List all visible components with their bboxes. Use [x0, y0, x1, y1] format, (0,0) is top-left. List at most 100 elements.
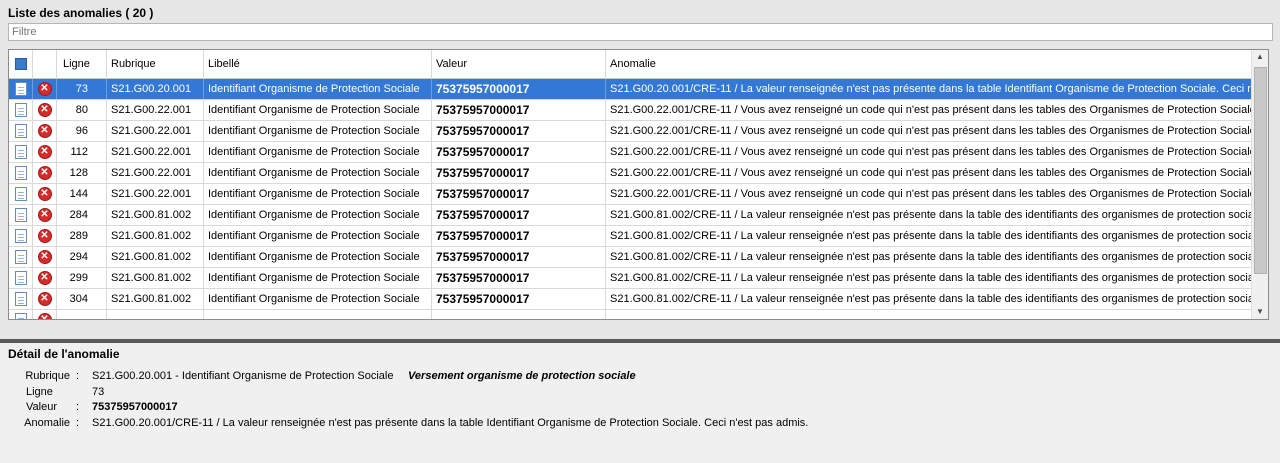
- libelle-cell[interactable]: Identifiant Organisme de Protection Soci…: [204, 79, 432, 99]
- scroll-thumb[interactable]: [1254, 67, 1267, 274]
- filter-input[interactable]: [8, 23, 1273, 41]
- row-doc-cell[interactable]: [9, 247, 33, 267]
- table-row[interactable]: ✕ 299 S21.G00.81.002 Identifiant Organisme …: [9, 268, 1252, 289]
- valeur-cell[interactable]: 75375957000017: [432, 100, 606, 120]
- libelle-cell[interactable]: Identifiant Organisme de Protection Soci…: [204, 142, 432, 162]
- valeur-cell[interactable]: 75375957000017: [432, 121, 606, 141]
- anomalie-cell[interactable]: S21.G00.81.002/CRE-11 / La valeur rensei…: [606, 247, 1252, 267]
- rubrique-cell[interactable]: S21.G00.81.002: [107, 268, 204, 288]
- valeur-cell[interactable]: 75375957000017: [432, 289, 606, 309]
- libelle-cell[interactable]: Identifiant Organisme de Protection Soci…: [204, 100, 432, 120]
- libelle-cell[interactable]: Identifiant Organisme de Protection Soci…: [204, 205, 432, 225]
- rubrique-cell[interactable]: S21.G00.22.001: [107, 163, 204, 183]
- anomalie-cell[interactable]: S21.G00.81.002/CRE-11 / La valeur rensei…: [606, 205, 1252, 225]
- column-header-libelle[interactable]: Libellé: [204, 50, 432, 78]
- libelle-cell[interactable]: Identifiant Organisme de Protection Soci…: [204, 268, 432, 288]
- table-row[interactable]: ✕ 294 S21.G00.81.002 Identifiant Organisme …: [9, 247, 1252, 268]
- select-all-icon[interactable]: [14, 58, 27, 70]
- row-doc-cell[interactable]: [9, 205, 33, 225]
- anomalie-cell[interactable]: S21.G00.20.001/CRE-11 / La valeur rensei…: [606, 79, 1252, 99]
- ligne-cell[interactable]: 80: [57, 100, 107, 120]
- table-row[interactable]: ✕ 80 S21.G00.22.001 Identifiant Organisme d…: [9, 100, 1252, 121]
- row-doc-cell[interactable]: [9, 268, 33, 288]
- anomalie-cell[interactable]: S21.G00.22.001/CRE-11 / Vous avez rensei…: [606, 142, 1252, 162]
- table-row[interactable]: ✕ 128 S21.G00.22.001 Identifiant Organisme …: [9, 163, 1252, 184]
- valeur-cell[interactable]: 75375957000017: [432, 247, 606, 267]
- document-icon[interactable]: [14, 124, 27, 138]
- rubrique-cell[interactable]: S21.G00.81.002: [107, 205, 204, 225]
- row-doc-cell[interactable]: [9, 289, 33, 309]
- valeur-cell[interactable]: 75375957000017: [432, 205, 606, 225]
- anomalie-cell[interactable]: S21.G00.22.001/CRE-11 / Vous avez rensei…: [606, 121, 1252, 141]
- document-icon[interactable]: [14, 208, 27, 222]
- ligne-cell[interactable]: 112: [57, 142, 107, 162]
- table-row[interactable]: ✕ 112 S21.G00.22.001 Identifiant Organisme …: [9, 142, 1252, 163]
- ligne-cell[interactable]: 289: [57, 226, 107, 246]
- valeur-cell[interactable]: 75375957000017: [432, 184, 606, 204]
- anomalie-cell[interactable]: S21.G00.22.001/CRE-11 / Vous avez rensei…: [606, 184, 1252, 204]
- table-row[interactable]: ✕ 284 S21.G00.81.002 Identifiant Organisme …: [9, 205, 1252, 226]
- ligne-cell[interactable]: 304: [57, 289, 107, 309]
- row-doc-cell[interactable]: [9, 79, 33, 99]
- ligne-cell[interactable]: 128: [57, 163, 107, 183]
- libelle-cell[interactable]: Identifiant Organisme de Protection Soci…: [204, 121, 432, 141]
- document-icon[interactable]: [14, 250, 27, 264]
- ligne-cell[interactable]: 294: [57, 247, 107, 267]
- valeur-cell[interactable]: 75375957000017: [432, 142, 606, 162]
- row-doc-cell[interactable]: [9, 310, 33, 319]
- libelle-cell[interactable]: Identifiant Organisme de Protection Soci…: [204, 163, 432, 183]
- scroll-down-icon[interactable]: ▼: [1252, 305, 1268, 319]
- document-icon[interactable]: [14, 292, 27, 306]
- document-icon[interactable]: [14, 145, 27, 159]
- document-icon[interactable]: [14, 82, 27, 96]
- document-icon[interactable]: [14, 166, 27, 180]
- valeur-cell[interactable]: 75375957000017: [432, 163, 606, 183]
- document-icon[interactable]: [14, 187, 27, 201]
- ligne-cell[interactable]: 284: [57, 205, 107, 225]
- rubrique-cell[interactable]: S21.G00.20.001: [107, 79, 204, 99]
- valeur-cell[interactable]: 75375957000017: [432, 79, 606, 99]
- column-header-valeur[interactable]: Valeur: [432, 50, 606, 78]
- document-icon[interactable]: [14, 103, 27, 117]
- ligne-cell[interactable]: 96: [57, 121, 107, 141]
- ligne-cell[interactable]: 73: [57, 79, 107, 99]
- rubrique-cell[interactable]: S21.G00.22.001: [107, 100, 204, 120]
- column-header-rubrique[interactable]: Rubrique: [107, 50, 204, 78]
- table-row[interactable]: ✕ 73 S21.G00.20.001 Identifiant Organisme d…: [9, 79, 1252, 100]
- row-doc-cell[interactable]: [9, 121, 33, 141]
- valeur-cell[interactable]: 75375957000017: [432, 226, 606, 246]
- rubrique-cell[interactable]: S21.G00.81.002: [107, 247, 204, 267]
- scroll-up-icon[interactable]: ▲: [1252, 50, 1268, 64]
- table-row[interactable]: ✕ 96 S21.G00.22.001 Identifiant Organisme d…: [9, 121, 1252, 142]
- ligne-cell[interactable]: 144: [57, 184, 107, 204]
- table-row[interactable]: ✕ 304 S21.G00.81.002 Identifiant Organisme …: [9, 289, 1252, 310]
- libelle-cell[interactable]: Identifiant Organisme de Protection Soci…: [204, 184, 432, 204]
- valeur-cell[interactable]: [432, 310, 606, 319]
- libelle-cell[interactable]: Identifiant Organisme de Protection Soci…: [204, 289, 432, 309]
- document-icon[interactable]: [14, 271, 27, 285]
- table-row-partial[interactable]: ✕: [9, 310, 1252, 319]
- ligne-cell[interactable]: [57, 310, 107, 319]
- table-row[interactable]: ✕ 144 S21.G00.22.001 Identifiant Organisme …: [9, 184, 1252, 205]
- column-header-anomalie[interactable]: Anomalie: [606, 50, 1252, 78]
- rubrique-cell[interactable]: S21.G00.22.001: [107, 142, 204, 162]
- anomalie-cell[interactable]: S21.G00.81.002/CRE-11 / La valeur rensei…: [606, 289, 1252, 309]
- ligne-cell[interactable]: 299: [57, 268, 107, 288]
- row-doc-cell[interactable]: [9, 184, 33, 204]
- rubrique-cell[interactable]: [107, 310, 204, 319]
- libelle-cell[interactable]: [204, 310, 432, 319]
- row-doc-cell[interactable]: [9, 226, 33, 246]
- rubrique-cell[interactable]: S21.G00.22.001: [107, 121, 204, 141]
- rubrique-cell[interactable]: S21.G00.22.001: [107, 184, 204, 204]
- anomalie-cell[interactable]: [606, 310, 1252, 319]
- libelle-cell[interactable]: Identifiant Organisme de Protection Soci…: [204, 226, 432, 246]
- document-icon[interactable]: [14, 229, 27, 243]
- row-doc-cell[interactable]: [9, 163, 33, 183]
- rubrique-cell[interactable]: S21.G00.81.002: [107, 289, 204, 309]
- row-doc-cell[interactable]: [9, 100, 33, 120]
- document-icon[interactable]: [14, 313, 27, 319]
- rubrique-cell[interactable]: S21.G00.81.002: [107, 226, 204, 246]
- libelle-cell[interactable]: Identifiant Organisme de Protection Soci…: [204, 247, 432, 267]
- anomalie-cell[interactable]: S21.G00.81.002/CRE-11 / La valeur rensei…: [606, 226, 1252, 246]
- column-header-ligne[interactable]: Ligne: [57, 50, 107, 78]
